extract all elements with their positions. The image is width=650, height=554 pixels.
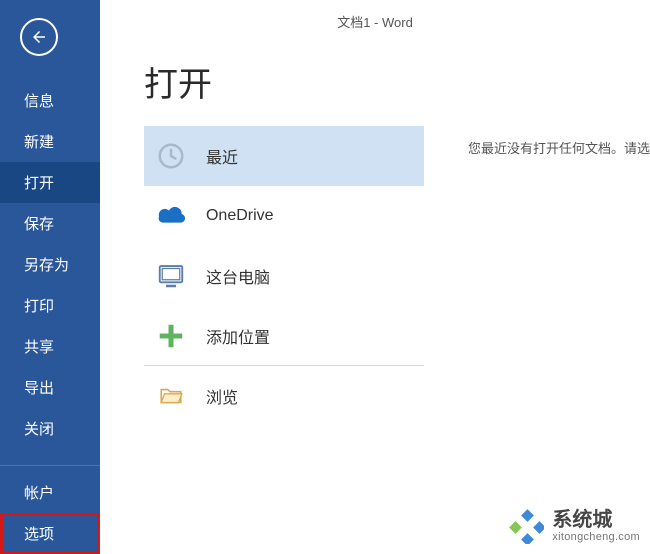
back-button[interactable] <box>20 18 58 56</box>
sidebar-item-label: 共享 <box>24 339 54 356</box>
sidebar-item-info[interactable]: 信息 <box>0 80 100 121</box>
back-arrow-icon <box>30 28 48 46</box>
watermark-logo-icon <box>508 508 544 544</box>
main-area: 文档1 - Word 打开 最近 OneDrive 这台电脑 <box>100 0 650 554</box>
sidebar-item-label: 关闭 <box>24 421 54 438</box>
sidebar-item-label: 帐户 <box>24 485 54 502</box>
source-label: OneDrive <box>206 207 274 225</box>
sidebar-item-close[interactable]: 关闭 <box>0 408 100 449</box>
source-label: 这台电脑 <box>206 264 270 288</box>
sidebar-item-label: 保存 <box>24 216 54 233</box>
source-label: 最近 <box>206 144 238 168</box>
sidebar-item-new[interactable]: 新建 <box>0 121 100 162</box>
sidebar-item-label: 导出 <box>24 380 54 397</box>
source-computer[interactable]: 这台电脑 <box>144 246 424 306</box>
source-browse[interactable]: 浏览 <box>144 366 424 426</box>
source-addplace[interactable]: 添加位置 <box>144 306 424 366</box>
watermark-url: xitongcheng.com <box>552 531 640 543</box>
clock-icon <box>154 139 188 173</box>
sidebar-item-share[interactable]: 共享 <box>0 326 100 367</box>
source-label: 添加位置 <box>206 324 270 348</box>
sidebar-item-label: 另存为 <box>24 257 69 274</box>
onedrive-icon <box>154 199 188 233</box>
sidebar-item-label: 打开 <box>24 175 54 192</box>
sidebar-item-print[interactable]: 打印 <box>0 285 100 326</box>
sidebar-item-label: 选项 <box>24 526 54 543</box>
sidebar-divider <box>0 465 100 466</box>
sidebar-item-options[interactable]: 选项 <box>0 513 100 554</box>
sidebar-item-save[interactable]: 保存 <box>0 203 100 244</box>
sidebar-item-account[interactable]: 帐户 <box>0 472 100 513</box>
sidebar-item-label: 信息 <box>24 93 54 110</box>
source-label: 浏览 <box>206 384 238 408</box>
computer-icon <box>154 259 188 293</box>
sidebar-item-open[interactable]: 打开 <box>0 162 100 203</box>
sidebar-item-export[interactable]: 导出 <box>0 367 100 408</box>
sidebar-item-saveas[interactable]: 另存为 <box>0 244 100 285</box>
recent-empty-message: 您最近没有打开任何文档。请选 <box>468 126 650 426</box>
open-source-list: 最近 OneDrive 这台电脑 添加位置 <box>144 126 424 426</box>
source-recent[interactable]: 最近 <box>144 126 424 186</box>
page-title: 打开 <box>144 57 650 106</box>
folder-icon <box>154 379 188 413</box>
watermark: 系统城 xitongcheng.com <box>508 508 640 544</box>
backstage-sidebar: 信息 新建 打开 保存 另存为 打印 共享 导出 关闭 帐户 选项 <box>0 0 100 554</box>
sidebar-item-label: 新建 <box>24 134 54 151</box>
plus-icon <box>154 319 188 353</box>
window-title: 文档1 - Word <box>100 8 650 35</box>
sidebar-item-label: 打印 <box>24 298 54 315</box>
watermark-name: 系统城 <box>552 509 640 531</box>
source-onedrive[interactable]: OneDrive <box>144 186 424 246</box>
